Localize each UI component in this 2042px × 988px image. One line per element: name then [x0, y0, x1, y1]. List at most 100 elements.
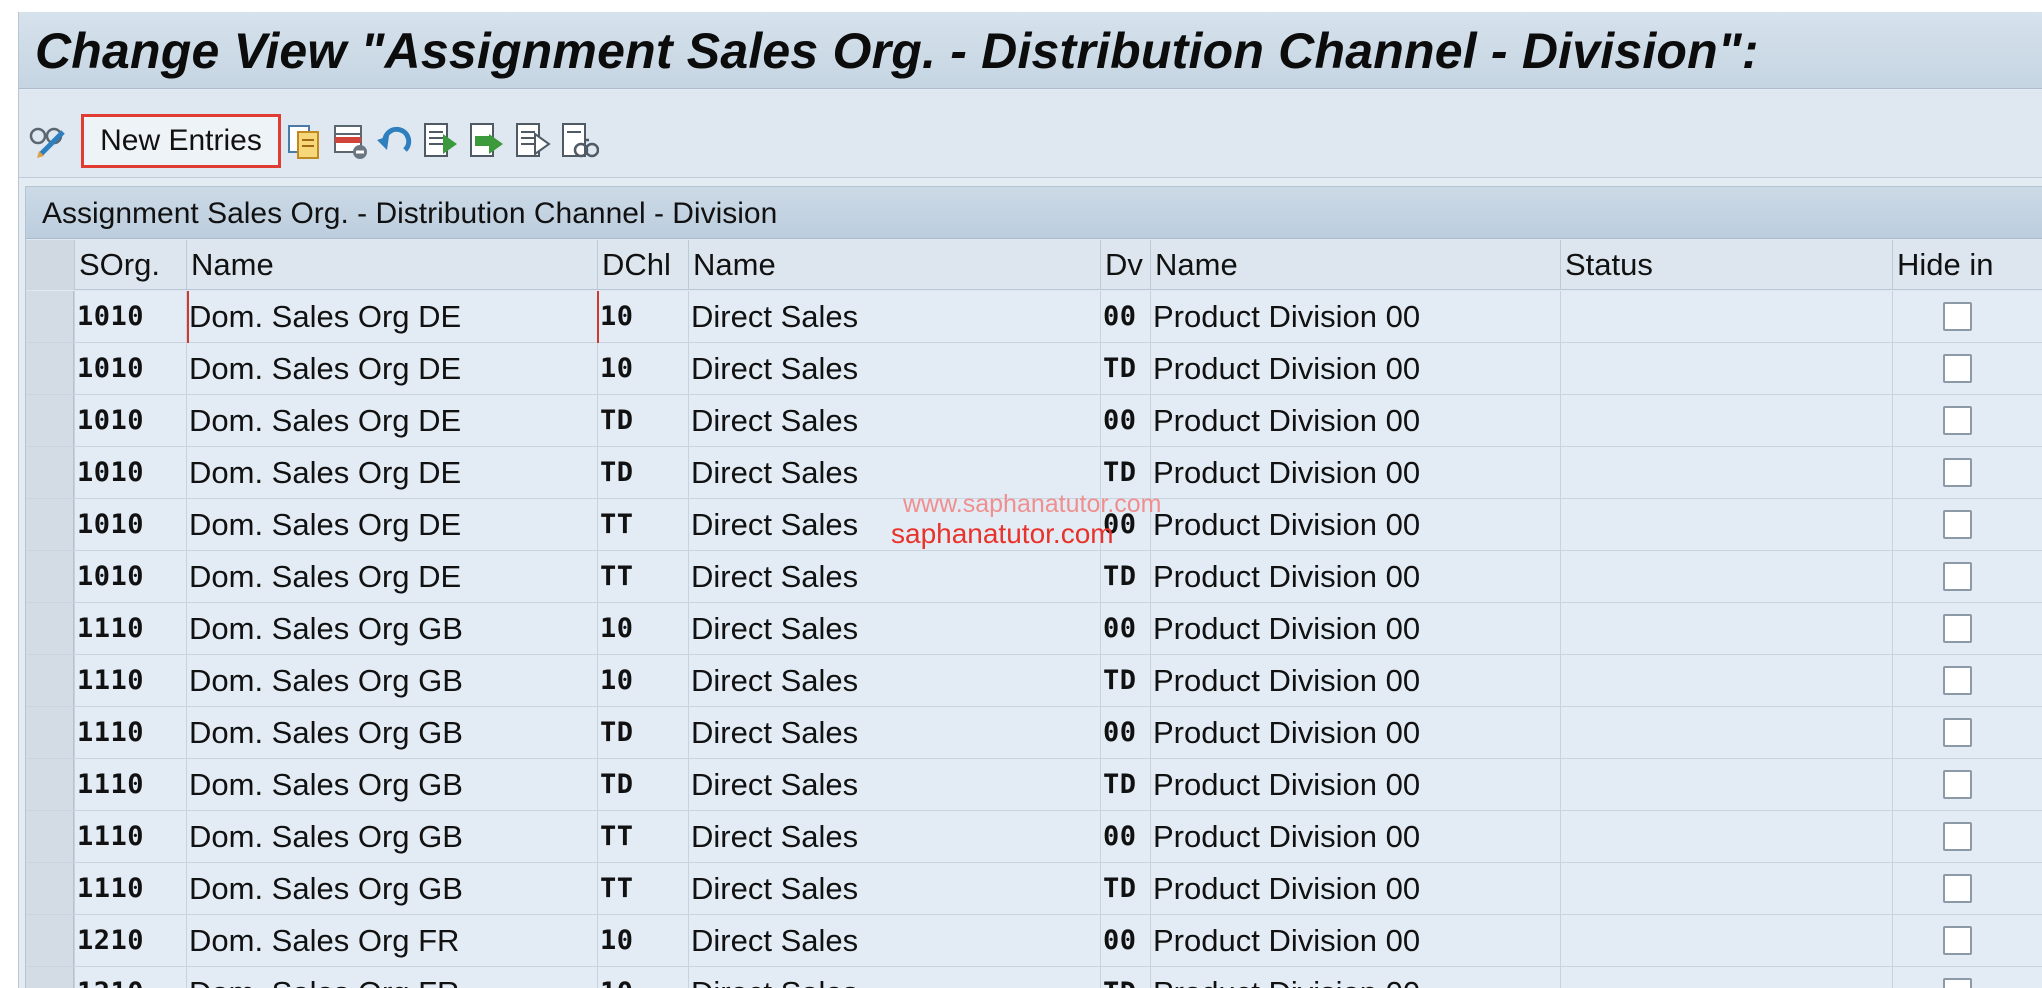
- cell-sorg-name[interactable]: Dom. Sales Org GB: [186, 603, 597, 654]
- hide-checkbox[interactable]: [1943, 510, 1972, 539]
- cell-sorg[interactable]: 1010: [74, 447, 186, 498]
- delete-icon[interactable]: [331, 120, 371, 162]
- select-all-rows-handle[interactable]: [26, 240, 74, 290]
- cell-sorg-name[interactable]: Dom. Sales Org GB: [186, 707, 597, 758]
- hide-checkbox[interactable]: [1943, 614, 1972, 643]
- row-selector[interactable]: [26, 291, 74, 342]
- cell-sorg-name[interactable]: Dom. Sales Org FR: [186, 915, 597, 966]
- cell-dv-name[interactable]: Product Division 00: [1150, 343, 1560, 394]
- display-change-icon[interactable]: [27, 120, 67, 162]
- cell-dv[interactable]: 00: [1100, 915, 1150, 966]
- hide-checkbox[interactable]: [1943, 302, 1972, 331]
- cell-dchl-name[interactable]: Direct Sales: [688, 551, 1100, 602]
- column-header-dchl[interactable]: DChl: [597, 240, 688, 290]
- cell-sorg[interactable]: 1210: [74, 915, 186, 966]
- cell-dchl-name[interactable]: Direct Sales: [688, 863, 1100, 914]
- cell-sorg-name[interactable]: Dom. Sales Org GB: [186, 759, 597, 810]
- cell-dchl-name[interactable]: Direct Sales: [688, 343, 1100, 394]
- row-selector[interactable]: [26, 707, 74, 758]
- cell-sorg-name[interactable]: Dom. Sales Org DE: [186, 291, 597, 342]
- cell-sorg[interactable]: 1110: [74, 811, 186, 862]
- row-selector[interactable]: [26, 811, 74, 862]
- cell-sorg-name[interactable]: Dom. Sales Org DE: [186, 395, 597, 446]
- cell-sorg[interactable]: 1110: [74, 759, 186, 810]
- cell-sorg[interactable]: 1110: [74, 655, 186, 706]
- cell-sorg[interactable]: 1110: [74, 603, 186, 654]
- cell-dv-name[interactable]: Product Division 00: [1150, 499, 1560, 550]
- column-header-dchl-name[interactable]: Name: [688, 240, 1100, 290]
- cell-sorg-name[interactable]: Dom. Sales Org DE: [186, 499, 597, 550]
- hide-checkbox[interactable]: [1943, 926, 1972, 955]
- column-header-sorg[interactable]: SOrg.: [74, 240, 186, 290]
- cell-dchl-name[interactable]: Direct Sales: [688, 603, 1100, 654]
- row-selector[interactable]: [26, 551, 74, 602]
- cell-dv[interactable]: TD: [1100, 655, 1150, 706]
- cell-sorg-name[interactable]: Dom. Sales Org GB: [186, 863, 597, 914]
- cell-dv-name[interactable]: Product Division 00: [1150, 655, 1560, 706]
- cell-dchl[interactable]: TT: [597, 499, 688, 550]
- cell-dchl[interactable]: TD: [597, 447, 688, 498]
- hide-checkbox[interactable]: [1943, 458, 1972, 487]
- cell-dchl-name[interactable]: Direct Sales: [688, 395, 1100, 446]
- column-header-dv-name[interactable]: Name: [1150, 240, 1560, 290]
- cell-dv-name[interactable]: Product Division 00: [1150, 551, 1560, 602]
- undo-change-icon[interactable]: [375, 120, 415, 162]
- cell-dchl[interactable]: TD: [597, 395, 688, 446]
- cell-dchl-name[interactable]: Direct Sales: [688, 967, 1100, 988]
- cell-dchl[interactable]: 10: [597, 967, 688, 988]
- cell-dv-name[interactable]: Product Division 00: [1150, 707, 1560, 758]
- row-selector[interactable]: [26, 863, 74, 914]
- cell-sorg[interactable]: 1010: [74, 343, 186, 394]
- cell-dchl[interactable]: TD: [597, 759, 688, 810]
- cell-sorg-name[interactable]: Dom. Sales Org DE: [186, 447, 597, 498]
- new-entries-button[interactable]: New Entries: [81, 114, 281, 168]
- row-selector[interactable]: [26, 759, 74, 810]
- cell-sorg-name[interactable]: Dom. Sales Org GB: [186, 811, 597, 862]
- select-all-icon[interactable]: [421, 120, 461, 162]
- cell-dchl[interactable]: 10: [597, 343, 688, 394]
- hide-checkbox[interactable]: [1943, 978, 1972, 988]
- cell-dv[interactable]: 00: [1100, 811, 1150, 862]
- cell-dv[interactable]: TD: [1100, 863, 1150, 914]
- copy-as-icon[interactable]: [285, 120, 325, 162]
- cell-dv-name[interactable]: Product Division 00: [1150, 759, 1560, 810]
- cell-dv-name[interactable]: Product Division 00: [1150, 291, 1560, 342]
- row-selector[interactable]: [26, 655, 74, 706]
- hide-checkbox[interactable]: [1943, 406, 1972, 435]
- row-selector[interactable]: [26, 499, 74, 550]
- cell-dchl[interactable]: 10: [597, 291, 688, 342]
- cell-dv[interactable]: 00: [1100, 603, 1150, 654]
- cell-dv[interactable]: TD: [1100, 551, 1150, 602]
- cell-dchl[interactable]: TT: [597, 811, 688, 862]
- print-field-list-icon[interactable]: [559, 120, 600, 162]
- cell-dchl[interactable]: 10: [597, 603, 688, 654]
- cell-dv-name[interactable]: Product Division 00: [1150, 863, 1560, 914]
- hide-checkbox[interactable]: [1943, 562, 1972, 591]
- row-selector[interactable]: [26, 343, 74, 394]
- cell-dv[interactable]: TD: [1100, 343, 1150, 394]
- cell-dchl[interactable]: 10: [597, 655, 688, 706]
- column-header-hide[interactable]: Hide in: [1892, 240, 2022, 290]
- cell-dchl-name[interactable]: Direct Sales: [688, 291, 1100, 342]
- column-header-sorg-name[interactable]: Name: [186, 240, 597, 290]
- cell-dchl-name[interactable]: Direct Sales: [688, 759, 1100, 810]
- cell-dchl[interactable]: TT: [597, 551, 688, 602]
- hide-checkbox[interactable]: [1943, 354, 1972, 383]
- cell-dchl-name[interactable]: Direct Sales: [688, 707, 1100, 758]
- column-header-status[interactable]: Status: [1560, 240, 1892, 290]
- cell-sorg[interactable]: 1010: [74, 551, 186, 602]
- column-header-dv[interactable]: Dv: [1100, 240, 1150, 290]
- hide-checkbox[interactable]: [1943, 874, 1972, 903]
- cell-dchl-name[interactable]: Direct Sales: [688, 811, 1100, 862]
- select-block-icon[interactable]: [467, 120, 507, 162]
- cell-sorg-name[interactable]: Dom. Sales Org DE: [186, 343, 597, 394]
- hide-checkbox[interactable]: [1943, 770, 1972, 799]
- cell-dv[interactable]: 00: [1100, 707, 1150, 758]
- cell-dchl-name[interactable]: Direct Sales: [688, 655, 1100, 706]
- cell-dv[interactable]: TD: [1100, 759, 1150, 810]
- deselect-all-icon[interactable]: [513, 120, 553, 162]
- cell-dchl-name[interactable]: Direct Sales: [688, 915, 1100, 966]
- cell-dv-name[interactable]: Product Division 00: [1150, 603, 1560, 654]
- row-selector[interactable]: [26, 447, 74, 498]
- cell-sorg[interactable]: 1110: [74, 707, 186, 758]
